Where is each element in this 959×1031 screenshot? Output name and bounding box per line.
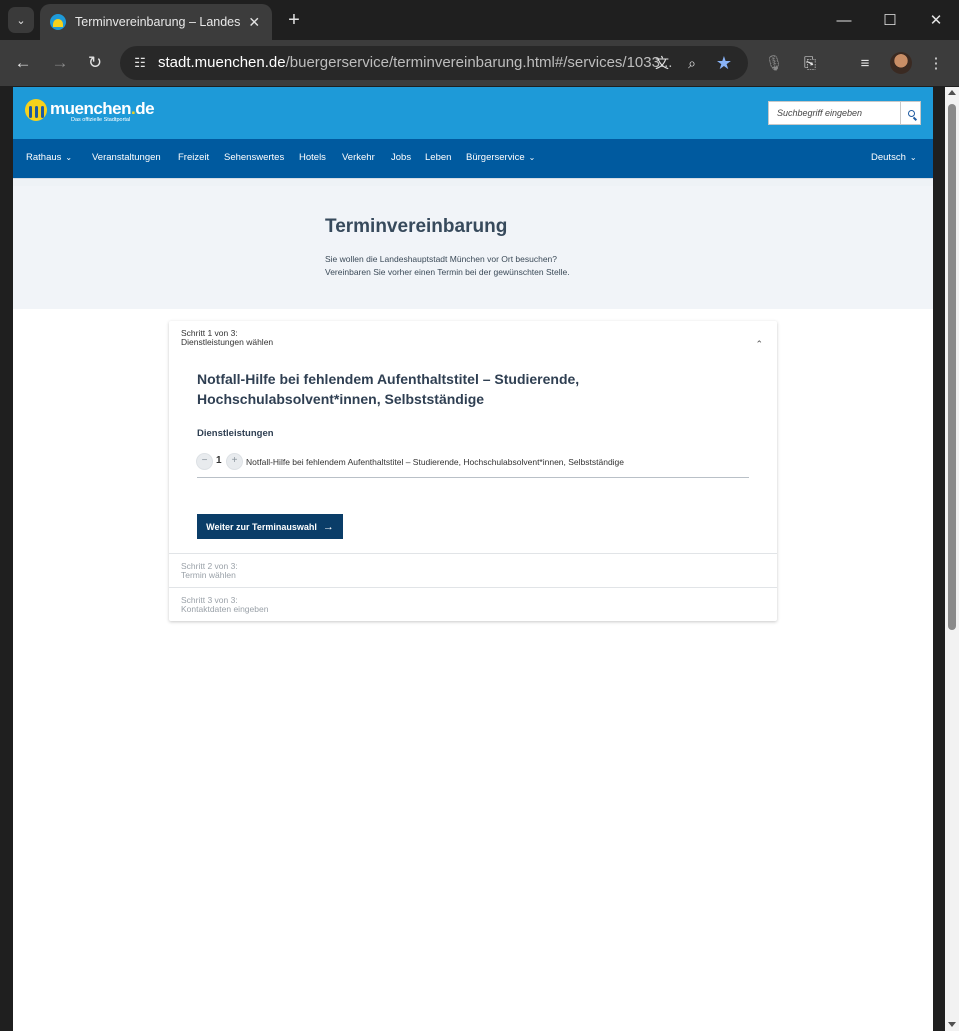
translate-icon[interactable]: 文 — [650, 51, 674, 75]
tab-close-icon[interactable]: ✕ — [247, 14, 262, 31]
browser-toolbar: ← → ↻ ☷ stadt.muenchen.de/buergerservice… — [0, 40, 959, 86]
arrow-right-icon: → — [322, 520, 334, 533]
step-divider — [169, 587, 777, 588]
hero-section: Terminvereinbarung Sie wollen die Landes… — [13, 186, 933, 309]
browser-tab-bar: ⌄ Terminvereinbarung – Landeshauptstadt … — [0, 0, 959, 40]
decrement-minus-icon[interactable]: − — [197, 454, 212, 469]
logo-wordmark: muenchen.de — [50, 99, 155, 118]
nav-item-veranstaltungen[interactable]: Veranstaltungen — [92, 152, 161, 163]
scrollbar-thumb[interactable] — [948, 104, 956, 630]
tab-search-chevron-icon[interactable]: ⌄ — [8, 7, 34, 33]
step-2-label: Termin wählen — [181, 570, 236, 580]
profile-avatar[interactable] — [890, 52, 912, 74]
service-title: Notfall-Hilfe bei fehlendem Aufenthaltst… — [197, 371, 580, 407]
extensions-puzzle-icon[interactable]: ⎘ — [798, 51, 822, 75]
window-close-icon[interactable]: ✕ — [913, 0, 959, 40]
scroll-down-arrow-icon[interactable] — [948, 1022, 956, 1027]
microphone-icon[interactable]: 🎙︎ — [762, 51, 786, 75]
forward-arrow-icon[interactable]: → — [47, 50, 73, 76]
continue-to-appointment-button[interactable]: Weiter zur Terminauswahl → — [197, 514, 343, 539]
site-search — [768, 101, 921, 125]
logo-subtitle: Das offizielle Stadtportal — [71, 117, 131, 123]
step-3-label: Kontaktdaten eingeben — [181, 604, 269, 614]
step-divider — [169, 553, 777, 554]
step-3-counter: Schritt 3 von 3: — [181, 595, 238, 605]
step-2-header: Schritt 2 von 3: Termin wählen — [169, 562, 777, 580]
browser-menu-kebab-icon[interactable]: ⋮ — [924, 51, 948, 75]
window-maximize-icon[interactable]: ☐ — [867, 0, 913, 40]
search-icon — [907, 109, 915, 117]
step-1-header[interactable]: Schritt 1 von 3: Dienstleistungen wählen… — [169, 329, 777, 353]
muenchen-favicon-icon — [50, 14, 66, 30]
muenchen-logo-mark-icon — [25, 99, 47, 121]
service-quantity: 1 — [216, 455, 222, 466]
step-2-counter: Schritt 2 von 3: — [181, 561, 238, 571]
page-viewport: muenchen.de Das offizielle Stadtportal R… — [13, 87, 933, 1031]
chevron-down-icon: ⌄ — [909, 153, 917, 162]
step-1-label: Dienstleistungen wählen — [181, 337, 274, 347]
zoom-magnifier-icon[interactable]: ⌕ — [680, 51, 704, 75]
nav-item-jobs[interactable]: Jobs — [391, 152, 411, 163]
nav-item-sehenswertes[interactable]: Sehenswertes — [224, 152, 284, 163]
hero-description: Sie wollen die Landeshauptstadt München … — [325, 254, 570, 277]
back-arrow-icon[interactable]: ← — [10, 50, 36, 76]
search-button[interactable] — [900, 102, 921, 124]
url-text[interactable]: stadt.muenchen.de/buergerservice/terminv… — [158, 54, 672, 71]
language-selector[interactable]: Deutsch ⌄ — [871, 152, 917, 163]
site-header: muenchen.de Das offizielle Stadtportal — [13, 87, 933, 139]
nav-item-rathaus[interactable]: Rathaus ⌄ — [26, 152, 72, 163]
url-host: stadt.muenchen.de — [158, 54, 286, 71]
service-list-item: − 1 + Notfall-Hilfe bei fehlendem Aufent… — [197, 452, 749, 478]
browser-tab-active[interactable]: Terminvereinbarung – Landeshauptstadt Mü… — [40, 4, 272, 40]
search-input[interactable] — [769, 102, 900, 124]
increment-plus-icon[interactable]: + — [227, 454, 242, 469]
chevron-down-icon: ⌄ — [65, 153, 73, 162]
tab-title: Terminvereinbarung – Landeshauptstadt Mü… — [75, 15, 241, 29]
step-3-header: Schritt 3 von 3: Kontaktdaten eingeben — [169, 596, 777, 614]
main-navigation: Rathaus ⌄ Veranstaltungen Freizeit Sehens… — [13, 139, 933, 178]
nav-item-leben[interactable]: Leben — [425, 152, 451, 163]
site-info-tune-icon[interactable]: ☷ — [128, 51, 152, 75]
address-bar[interactable]: ☷ stadt.muenchen.de/buergerservice/termi… — [120, 46, 748, 80]
new-tab-plus-icon[interactable]: + — [282, 8, 306, 32]
booking-wizard: Schritt 1 von 3: Dienstleistungen wählen… — [169, 321, 777, 621]
scroll-up-arrow-icon[interactable] — [948, 90, 956, 95]
url-path: /buergerservice/terminvereinbarung.html#… — [285, 54, 673, 71]
chevron-up-icon[interactable]: ⌃ — [755, 340, 763, 349]
services-section-label: Dienstleistungen — [197, 428, 274, 439]
chevron-down-icon: ⌄ — [528, 153, 536, 162]
reload-icon[interactable]: ↻ — [82, 50, 108, 76]
nav-item-freizeit[interactable]: Freizeit — [178, 152, 209, 163]
page-title: Terminvereinbarung — [325, 216, 508, 237]
nav-item-buergerservice[interactable]: Bürgerservice ⌄ — [466, 152, 535, 163]
bookmark-star-icon[interactable]: ★ — [712, 51, 736, 75]
nav-item-verkehr[interactable]: Verkehr — [342, 152, 375, 163]
window-minimize-icon[interactable]: — — [821, 0, 867, 40]
nav-divider — [13, 178, 933, 186]
service-item-name: Notfall-Hilfe bei fehlendem Aufenthaltst… — [246, 457, 625, 467]
nav-item-hotels[interactable]: Hotels — [299, 152, 326, 163]
media-queue-icon[interactable]: ≡ — [853, 51, 877, 75]
